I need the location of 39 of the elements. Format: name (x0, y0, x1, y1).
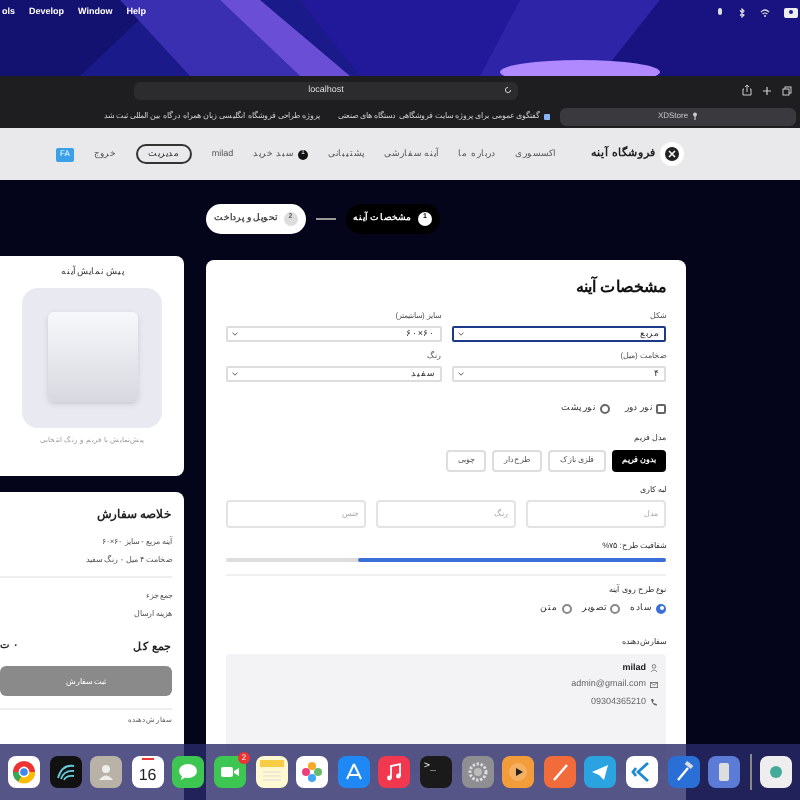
checkbox[interactable] (599, 403, 610, 414)
wave-icon[interactable] (49, 756, 82, 788)
contacts-icon[interactable] (90, 756, 123, 788)
play-icon[interactable] (502, 756, 535, 788)
phone-icon (650, 698, 658, 707)
pen-icon[interactable] (543, 756, 576, 788)
logo-icon[interactable] (660, 142, 684, 166)
microphone-icon (716, 7, 724, 18)
music-icon[interactable] (378, 756, 411, 788)
video-call-icon[interactable] (213, 756, 246, 788)
tabs-icon[interactable] (782, 85, 792, 95)
pin-icon (692, 112, 699, 120)
reload-icon (504, 86, 512, 94)
code-editor-icon[interactable] (625, 756, 658, 788)
app-icon[interactable] (760, 756, 793, 788)
slider[interactable] (226, 557, 666, 562)
calendar-icon[interactable]: 16 (131, 756, 164, 788)
messages-icon[interactable] (172, 756, 205, 788)
notes-icon[interactable] (255, 756, 288, 788)
mirror-preview (22, 287, 162, 428)
radio-button[interactable] (562, 603, 572, 614)
checkbox[interactable] (656, 403, 666, 414)
phone-icon[interactable] (708, 756, 741, 788)
browser-icon[interactable] (8, 756, 40, 788)
wifi-icon (760, 7, 770, 18)
settings-icon[interactable] (461, 756, 494, 788)
mail-icon (650, 682, 658, 689)
plus-icon[interactable] (762, 85, 772, 95)
photos-icon[interactable] (296, 756, 329, 788)
app-store-icon[interactable] (337, 756, 370, 788)
calendar-day: 16 (138, 763, 157, 787)
site-icon (543, 111, 550, 121)
share-icon[interactable] (742, 84, 752, 96)
bluetooth-icon (738, 7, 746, 18)
form-title: مشخصات آینه (573, 276, 666, 300)
radio-button[interactable] (656, 603, 666, 614)
radio-button[interactable] (610, 603, 620, 614)
paper-plane-icon[interactable] (584, 756, 617, 788)
hammer-icon[interactable] (667, 756, 699, 788)
